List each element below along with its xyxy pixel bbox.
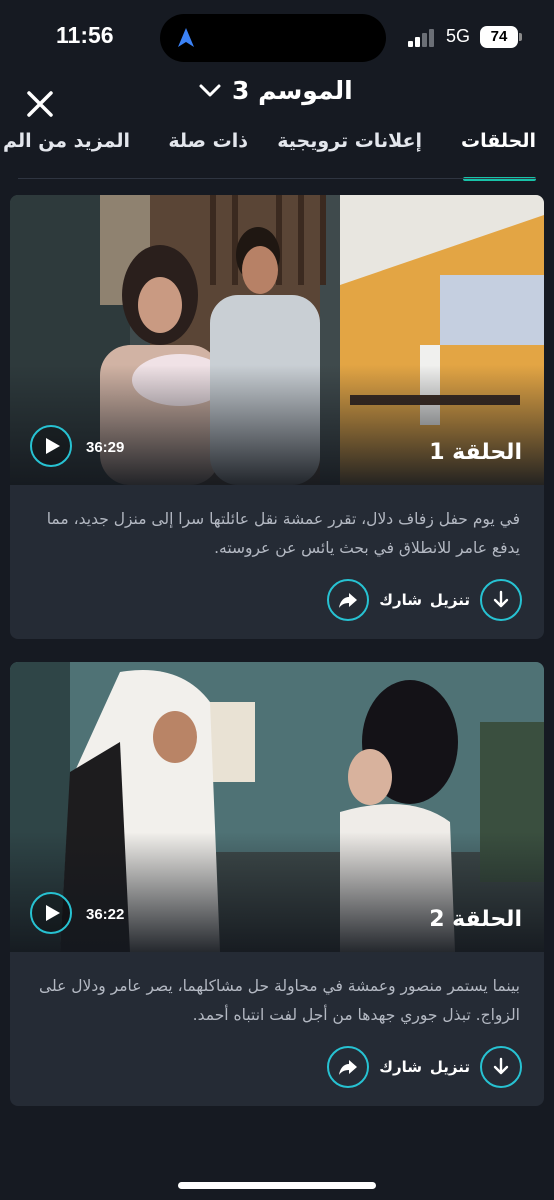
thumbnail-gradient	[10, 365, 544, 485]
episode-card: 36:22 الحلقة 2 بينما يستمر منصور وعمشة ف…	[10, 662, 544, 1106]
share-icon-circle	[327, 579, 370, 621]
share-label: شارك	[379, 591, 422, 609]
download-label: تنزيل	[429, 591, 470, 609]
status-time: 11:56	[56, 22, 114, 48]
tab-episodes[interactable]: الحلقات	[461, 130, 536, 152]
episode-actions: تنزيل شارك	[10, 563, 544, 639]
episode-description: في يوم حفل زفاف دلال، تقرر عمشة نقل عائل…	[46, 510, 520, 557]
episode-description: بينما يستمر منصور وعمشة في محاولة حل مشا…	[39, 977, 520, 1024]
tab-more[interactable]: المزيد من الم	[3, 130, 130, 152]
tab-trailers[interactable]: إعلانات ترويجية	[277, 130, 422, 152]
episode-title: الحلقة 1	[429, 440, 522, 465]
tab-related[interactable]: ذات صلة	[168, 130, 248, 152]
season-selector[interactable]: الموسم 3	[198, 70, 353, 110]
play-icon	[46, 905, 60, 921]
share-label: شارك	[379, 1058, 422, 1076]
chevron-down-icon	[199, 84, 221, 97]
episode-actions: تنزيل شارك	[10, 1030, 544, 1106]
download-label: تنزيل	[429, 1058, 470, 1076]
episode-duration: 36:22	[86, 906, 125, 923]
share-button[interactable]: شارك	[327, 579, 422, 621]
download-button[interactable]: تنزيل	[430, 1046, 522, 1088]
network-type: 5G	[446, 26, 471, 46]
download-button[interactable]: تنزيل	[430, 579, 522, 621]
share-icon-circle	[327, 1046, 370, 1088]
tabs-divider	[18, 178, 536, 179]
signal-icon	[408, 29, 438, 47]
download-icon-circle	[480, 579, 522, 621]
share-icon	[339, 593, 358, 608]
play-button[interactable]	[30, 425, 72, 467]
play-button[interactable]	[30, 892, 72, 934]
tab-bar: الحلقات إعلانات ترويجية ذات صلة المزيد م…	[0, 128, 554, 181]
episode-card: 36:29 الحلقة 1 في يوم حفل زفاف دلال، تقر…	[10, 195, 544, 639]
episode-title: الحلقة 2	[429, 907, 522, 932]
battery-icon: 74	[480, 26, 518, 48]
location-arrow-icon	[178, 28, 194, 47]
share-icon	[339, 1060, 358, 1075]
play-icon	[46, 438, 60, 454]
download-icon	[493, 590, 509, 608]
close-button[interactable]	[24, 88, 56, 120]
download-icon	[493, 1057, 509, 1075]
episode-thumbnail[interactable]: 36:29 الحلقة 1	[10, 195, 544, 485]
dynamic-island	[160, 14, 386, 62]
episode-duration: 36:29	[86, 439, 125, 456]
download-icon-circle	[480, 1046, 522, 1088]
close-icon	[27, 91, 53, 117]
episode-thumbnail[interactable]: 36:22 الحلقة 2	[10, 662, 544, 952]
battery-tip	[519, 33, 522, 41]
home-indicator[interactable]	[178, 1182, 376, 1189]
season-label: الموسم 3	[232, 75, 353, 105]
share-button[interactable]: شارك	[327, 1046, 422, 1088]
thumbnail-gradient	[10, 832, 544, 952]
